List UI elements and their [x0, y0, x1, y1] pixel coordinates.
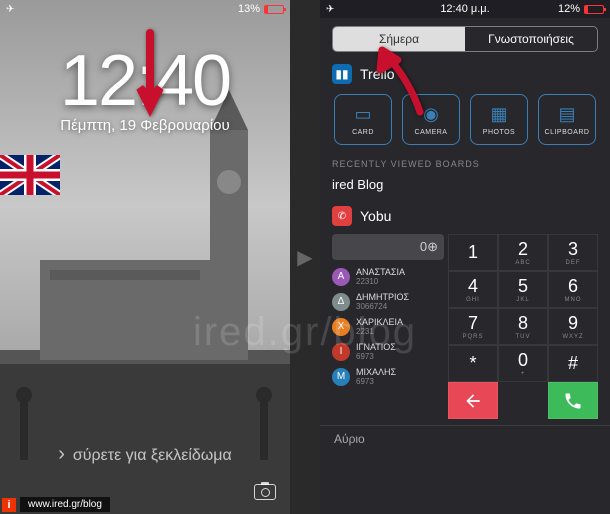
- avatar: Α: [332, 268, 350, 286]
- key-#[interactable]: #: [548, 345, 598, 382]
- call-button[interactable]: [548, 382, 598, 419]
- url-badge: www.ired.gr/blog: [20, 497, 110, 512]
- recent-boards-label: RECENTLY VIEWED BOARDS: [332, 159, 598, 169]
- trello-app-icon: ▮▮: [332, 64, 352, 84]
- contact-item[interactable]: ΑΑΝΑΣΤΑΣΙΑ22310: [332, 264, 444, 289]
- key-5[interactable]: 5JKL: [498, 271, 548, 308]
- status-time: 12:40 μ.μ.: [440, 3, 489, 15]
- clipboard-icon: ▤: [541, 103, 593, 125]
- battery-icon: [264, 5, 284, 14]
- contact-item[interactable]: ΜΜΙΧΑΛΗΣ6973: [332, 364, 444, 389]
- key-6[interactable]: 6MNO: [548, 271, 598, 308]
- annotation-arrow-today: [370, 42, 440, 127]
- battery-percent: 13%: [238, 3, 260, 15]
- key-*[interactable]: *: [448, 345, 498, 382]
- key-2[interactable]: 2ABC: [498, 234, 548, 271]
- key-8[interactable]: 8TUV: [498, 308, 548, 345]
- yobu-title: Yobu: [360, 208, 391, 224]
- tomorrow-section: Αύριο: [320, 425, 610, 452]
- yobu-widget: ✆ Yobu 0⊕ ΑΑΝΑΣΤΑΣΙΑ22310ΔΔΗΜΗΤΡΙΟΣ30667…: [332, 202, 598, 419]
- battery-icon: [584, 5, 604, 14]
- contact-item[interactable]: ΙΙΓΝΑΤΙΟΣ6973: [332, 339, 444, 364]
- dial-keypad: 12ABC3DEF 4GHI5JKL6MNO 7PQRS8TUV9WXYZ *0+#: [448, 234, 598, 419]
- battery-percent: 12%: [558, 3, 580, 15]
- info-badge: i: [2, 498, 16, 512]
- tab-notifications[interactable]: Γνωστοποιήσεις: [465, 27, 597, 51]
- key-3[interactable]: 3DEF: [548, 234, 598, 271]
- contact-item[interactable]: ΧΧΑΡΙΚΛΕΙΑ2231: [332, 314, 444, 339]
- trello-photos-button[interactable]: ▦PHOTOS: [470, 94, 528, 145]
- slide-to-unlock[interactable]: σύρετε για ξεκλείδωμα: [0, 443, 290, 466]
- back-button[interactable]: [448, 382, 498, 419]
- avatar: Ι: [332, 343, 350, 361]
- avatar: Δ: [332, 293, 350, 311]
- camera-icon[interactable]: [254, 484, 276, 500]
- trello-clipboard-button[interactable]: ▤CLIPBOARD: [538, 94, 596, 145]
- key-7[interactable]: 7PQRS: [448, 308, 498, 345]
- recent-board-item[interactable]: ired Blog: [332, 173, 598, 196]
- avatar: Μ: [332, 368, 350, 386]
- contact-item[interactable]: ΔΔΗΜΗΤΡΙΟΣ3066724: [332, 289, 444, 314]
- yobu-app-icon: ✆: [332, 206, 352, 226]
- status-bar: ✈ 12:40 μ.μ. 12%: [320, 0, 610, 18]
- airplane-icon: ✈: [326, 4, 334, 15]
- notification-center: ✈ 12:40 μ.μ. 12% Σήμερα Γνωστοποιήσεις ▮…: [320, 0, 610, 514]
- annotation-arrow-down: [135, 28, 165, 133]
- airplane-icon: ✈: [6, 4, 14, 15]
- transition-arrow: ▶: [290, 0, 320, 514]
- key-4[interactable]: 4GHI: [448, 271, 498, 308]
- dial-display[interactable]: 0⊕: [332, 234, 444, 260]
- uk-flag: [0, 155, 60, 195]
- lockscreen: ✈ 13% 12:40 Πέμπτη, 19 Φεβρουαρίου σύρετ…: [0, 0, 290, 514]
- key-9[interactable]: 9WXYZ: [548, 308, 598, 345]
- key-0[interactable]: 0+: [498, 345, 548, 382]
- key-1[interactable]: 1: [448, 234, 498, 271]
- avatar: Χ: [332, 318, 350, 336]
- photos-icon: ▦: [473, 103, 525, 125]
- status-bar: ✈ 13%: [0, 0, 290, 18]
